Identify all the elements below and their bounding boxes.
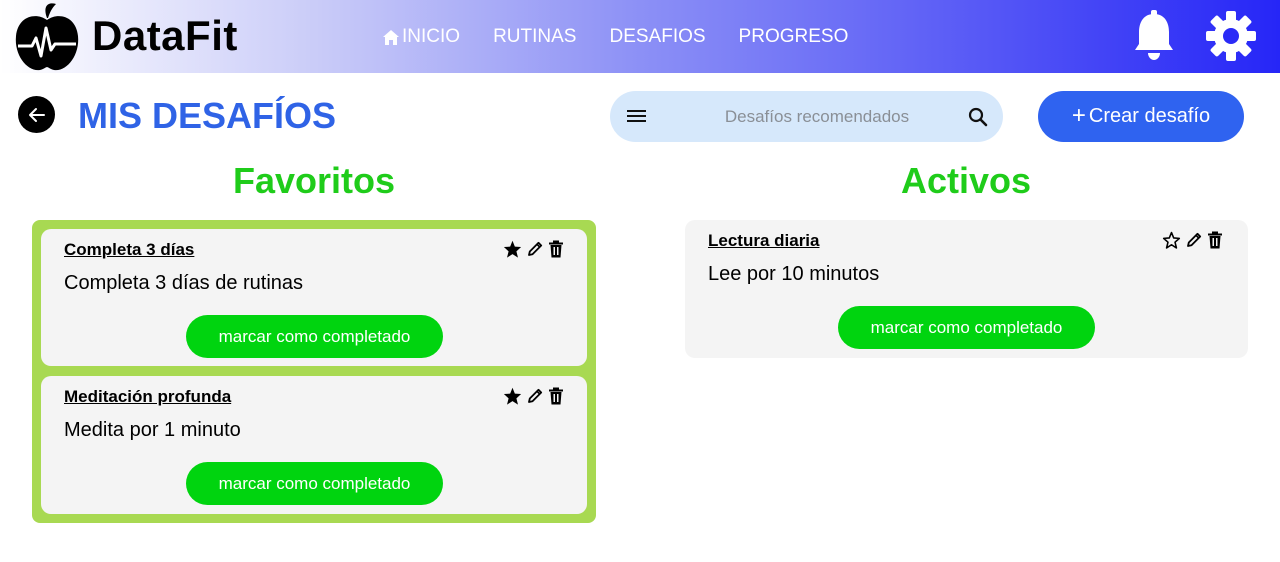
challenge-description: Completa 3 días de rutinas bbox=[64, 272, 304, 294]
star-outline-icon[interactable] bbox=[1162, 231, 1181, 249]
challenge-description: Lee por 10 minutos bbox=[708, 263, 880, 285]
challenge-title[interactable]: Completa 3 días bbox=[64, 240, 194, 260]
back-button[interactable] bbox=[18, 96, 55, 133]
nav-label: INICIO bbox=[402, 26, 461, 47]
settings-gear-icon[interactable] bbox=[1205, 10, 1257, 62]
favorites-title: Favoritos bbox=[232, 160, 396, 201]
challenge-card: Lectura diaria Lee por 10 minutos marcar… bbox=[685, 220, 1248, 358]
menu-icon[interactable] bbox=[627, 108, 647, 124]
nav-rutinas[interactable]: RUTINAS bbox=[493, 26, 576, 48]
search-bar bbox=[610, 91, 1003, 142]
brand-name[interactable]: DataFit bbox=[92, 12, 238, 60]
trash-icon[interactable] bbox=[548, 387, 564, 405]
home-icon bbox=[383, 29, 399, 45]
trash-icon[interactable] bbox=[1207, 231, 1223, 249]
plus-icon: + bbox=[1071, 101, 1086, 129]
challenge-card: Meditación profunda Medita por 1 minuto … bbox=[41, 376, 587, 514]
star-filled-icon[interactable] bbox=[503, 240, 522, 258]
card-actions bbox=[1158, 231, 1223, 249]
trash-icon[interactable] bbox=[548, 240, 564, 258]
mark-complete-button[interactable]: marcar como completado bbox=[186, 462, 443, 505]
nav-inicio[interactable]: INICIO bbox=[382, 26, 460, 48]
page-title: MIS DESAFÍOS bbox=[78, 95, 337, 136]
create-challenge-label: Crear desafío bbox=[1088, 105, 1211, 127]
notification-bell-icon[interactable] bbox=[1133, 10, 1175, 60]
nav-label: DESAFIOS bbox=[609, 26, 706, 47]
apple-heartbeat-logo-icon[interactable] bbox=[12, 0, 82, 73]
mark-complete-button[interactable]: marcar como completado bbox=[838, 306, 1095, 349]
nav-label: PROGRESO bbox=[738, 26, 849, 47]
card-actions bbox=[499, 240, 564, 258]
edit-pencil-icon[interactable] bbox=[1185, 231, 1203, 249]
top-navbar: DataFit INICIO RUTINAS DESAFIOS PROGRESO bbox=[0, 0, 1280, 73]
mark-complete-button[interactable]: marcar como completado bbox=[186, 315, 443, 358]
challenge-title[interactable]: Meditación profunda bbox=[64, 387, 231, 407]
main-nav: INICIO RUTINAS DESAFIOS PROGRESO bbox=[382, 26, 881, 48]
search-input[interactable] bbox=[672, 102, 962, 131]
active-title: Activos bbox=[900, 160, 1032, 201]
challenge-card: Completa 3 días Completa 3 días de rutin… bbox=[41, 229, 587, 366]
search-icon[interactable] bbox=[967, 106, 989, 128]
favorites-container: Completa 3 días Completa 3 días de rutin… bbox=[32, 220, 596, 523]
create-challenge-button[interactable]: + Crear desafío bbox=[1038, 91, 1244, 142]
edit-pencil-icon[interactable] bbox=[526, 387, 544, 405]
card-actions bbox=[499, 387, 564, 405]
star-filled-icon[interactable] bbox=[503, 387, 522, 405]
nav-progreso[interactable]: PROGRESO bbox=[739, 26, 849, 48]
nav-desafios[interactable]: DESAFIOS bbox=[609, 26, 705, 48]
nav-label: RUTINAS bbox=[493, 26, 577, 47]
arrow-left-icon bbox=[28, 107, 45, 122]
challenge-description: Medita por 1 minuto bbox=[64, 419, 241, 441]
edit-pencil-icon[interactable] bbox=[526, 240, 544, 258]
challenge-title[interactable]: Lectura diaria bbox=[708, 231, 820, 251]
